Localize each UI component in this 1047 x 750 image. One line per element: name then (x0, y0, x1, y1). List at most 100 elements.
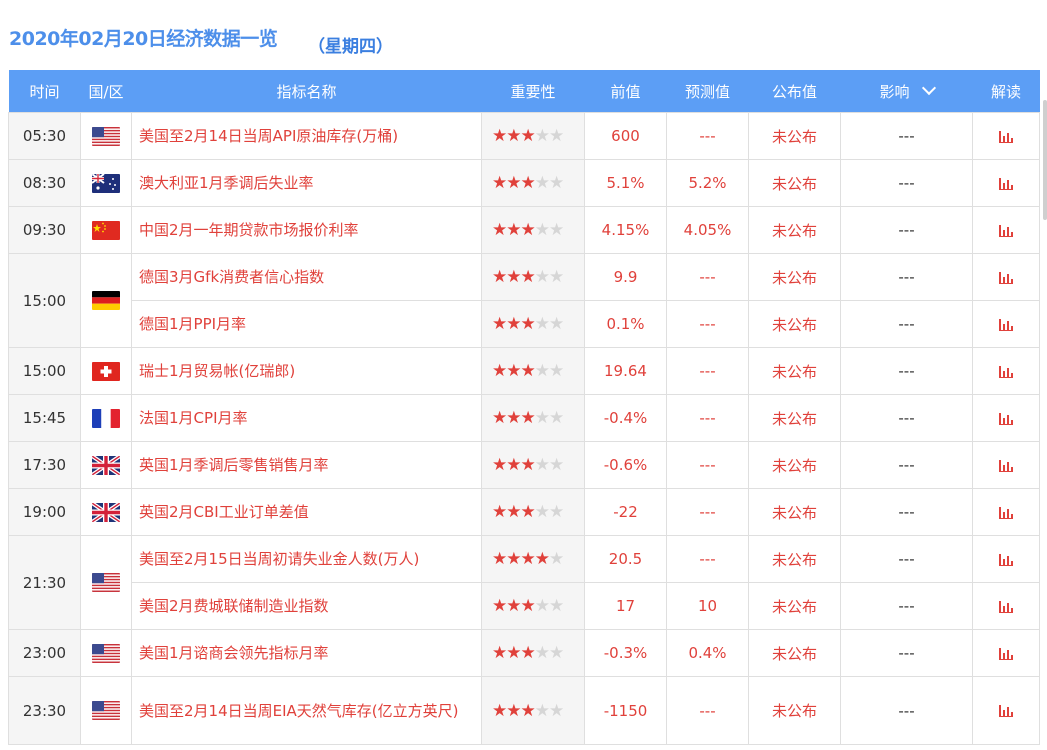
impact-label: 影响 (879, 82, 910, 101)
indicator-link[interactable]: 英国2月CBI工业订单差值 (131, 488, 482, 536)
interpret-cell[interactable] (972, 441, 1040, 489)
bar-chart-icon[interactable] (999, 705, 1013, 717)
bar-chart-icon[interactable] (999, 647, 1013, 660)
actual-value: 未公布 (748, 253, 841, 301)
table-row[interactable]: 美国2月费城联储制造业指数 ★★★★★ 17 10 未公布 --- (9, 582, 1040, 630)
importance-rating: ★★★★★ (481, 206, 585, 254)
interpret-cell[interactable] (972, 206, 1040, 254)
actual-value: 未公布 (748, 676, 841, 745)
bar-chart-icon[interactable] (999, 365, 1013, 378)
indicator-link[interactable]: 英国1月季调后零售销售月率 (131, 441, 482, 489)
bar-chart-icon[interactable] (999, 224, 1013, 237)
star-empty-icon: ★ (549, 700, 564, 721)
interpret-cell[interactable] (972, 112, 1040, 160)
table-row[interactable]: 21:30 美国至2月15日当周初请失业金人数(万人) ★★★★★ 20.5 --- 未公… (8, 535, 1040, 630)
previous-value: 9.9 (584, 253, 667, 301)
ch-flag-icon (92, 361, 120, 381)
importance-rating: ★★★★★ (481, 253, 585, 301)
bar-chart-icon[interactable] (999, 459, 1013, 472)
col-header-time: 时间 (8, 70, 81, 113)
interpret-cell[interactable] (972, 347, 1040, 395)
table-row[interactable]: 17:30 英国1月季调后零售销售月率 ★★★★★ -0.6% --- 未公布 --- (8, 441, 1040, 489)
star-filled-icon: ★ (492, 220, 507, 240)
bar-chart-icon[interactable] (999, 130, 1013, 143)
table-row[interactable]: 19:00 英国2月CBI工业订单差值 ★★★★★ -22 --- 未公布 --- (8, 488, 1040, 536)
indicator-link[interactable]: 美国至2月14日当周API原油库存(万桶) (131, 112, 482, 160)
indicator-link[interactable]: 德国1月PPI月率 (131, 300, 482, 348)
previous-value: -0.4% (584, 394, 667, 442)
forecast-value: 0.4% (666, 629, 749, 677)
star-empty-icon: ★ (549, 220, 564, 240)
previous-value: 0.1% (584, 300, 667, 348)
interpret-cell[interactable] (972, 582, 1040, 630)
importance-rating: ★★★★★ (481, 441, 585, 489)
actual-value: 未公布 (748, 488, 841, 536)
forecast-value: --- (666, 300, 749, 348)
table-row[interactable]: 15:45 法国1月CPI月率 ★★★★★ -0.4% --- 未公布 --- (8, 394, 1040, 442)
interpret-cell[interactable] (972, 253, 1040, 301)
interpret-cell[interactable] (972, 629, 1040, 677)
interpret-cell[interactable] (972, 300, 1040, 348)
col-header-impact[interactable]: 影响 (840, 70, 973, 113)
country-cell (80, 159, 132, 207)
interpret-cell[interactable] (972, 535, 1040, 583)
table-body: 05:30 美国至2月14日当周API原油库存(万桶) ★★★★★ 600 --- 未公布… (8, 112, 1040, 745)
indicator-link[interactable]: 瑞士1月贸易帐(亿瑞郎) (131, 347, 482, 395)
forecast-value: --- (666, 676, 749, 745)
bar-chart-icon[interactable] (999, 271, 1013, 284)
star-filled-icon: ★ (520, 220, 536, 240)
previous-value: 600 (584, 112, 667, 160)
impact-value: --- (840, 300, 973, 348)
star-empty-icon: ★ (534, 267, 550, 287)
actual-value: 未公布 (748, 441, 841, 489)
star-empty-icon: ★ (549, 408, 564, 428)
indicator-link[interactable]: 中国2月一年期贷款市场报价利率 (131, 206, 482, 254)
bar-chart-icon[interactable] (999, 553, 1013, 566)
star-empty-icon: ★ (549, 549, 564, 569)
bar-chart-icon[interactable] (999, 177, 1013, 190)
actual-value: 未公布 (748, 159, 841, 207)
star-empty-icon: ★ (549, 173, 564, 193)
time-cell: 17:30 (8, 441, 81, 489)
indicator-link[interactable]: 德国3月Gfk消费者信心指数 (131, 253, 482, 301)
time-cell: 15:00 (8, 347, 81, 395)
forecast-value: --- (666, 441, 749, 489)
star-filled-icon: ★ (534, 549, 550, 569)
forecast-value: --- (666, 347, 749, 395)
importance-rating: ★★★★★ (481, 582, 585, 630)
star-empty-icon: ★ (534, 408, 550, 428)
indicator-link[interactable]: 澳大利亚1月季调后失业率 (131, 159, 482, 207)
scrollbar[interactable] (1043, 100, 1047, 220)
table-row[interactable]: 09:30 中国2月一年期贷款市场报价利率 ★★★★★ 4.15% 4.05% 未公布 --… (8, 206, 1040, 254)
table-row[interactable]: 15:00 德国3月Gfk消费者信心指数 ★★★★★ 9.9 --- 未公布 --- (8, 253, 1040, 348)
col-header-indicator: 指标名称 (131, 70, 482, 113)
indicator-link[interactable]: 美国1月谘商会领先指标月率 (131, 629, 482, 677)
time-cell: 23:00 (8, 629, 81, 677)
bar-chart-icon[interactable] (999, 506, 1013, 519)
actual-value: 未公布 (748, 300, 841, 348)
importance-rating: ★★★★★ (481, 676, 585, 745)
star-empty-icon: ★ (534, 126, 550, 146)
interpret-cell[interactable] (972, 676, 1040, 745)
table-row[interactable]: 23:00 美国1月谘商会领先指标月率 ★★★★★ -0.3% 0.4% 未公布 --- (8, 629, 1040, 677)
interpret-cell[interactable] (972, 394, 1040, 442)
bar-chart-icon[interactable] (999, 318, 1013, 331)
interpret-cell[interactable] (972, 488, 1040, 536)
bar-chart-icon[interactable] (999, 412, 1013, 425)
table-row[interactable]: 23:30 美国至2月14日当周EIA天然气库存(亿立方英尺) ★★★★★ -1150… (8, 676, 1040, 745)
star-filled-icon: ★ (506, 700, 521, 721)
country-cell (80, 253, 132, 348)
table-row[interactable]: 德国1月PPI月率 ★★★★★ 0.1% --- 未公布 --- (9, 300, 1040, 348)
table-row[interactable]: 05:30 美国至2月14日当周API原油库存(万桶) ★★★★★ 600 --- 未公布… (8, 112, 1040, 160)
indicator-link[interactable]: 美国至2月14日当周EIA天然气库存(亿立方英尺) (131, 676, 482, 745)
indicator-link[interactable]: 法国1月CPI月率 (131, 394, 482, 442)
table-row[interactable]: 08:30 澳大利亚1月季调后失业率 ★★★★★ 5.1% 5.2% 未公布 --- (8, 159, 1040, 207)
indicator-link[interactable]: 美国至2月15日当周初请失业金人数(万人) (131, 535, 482, 583)
time-cell: 23:30 (8, 676, 81, 745)
table-row[interactable]: 15:00 瑞士1月贸易帐(亿瑞郎) ★★★★★ 19.64 --- 未公布 --- (8, 347, 1040, 395)
forecast-value: --- (666, 488, 749, 536)
indicator-link[interactable]: 美国2月费城联储制造业指数 (131, 582, 482, 630)
interpret-cell[interactable] (972, 159, 1040, 207)
chevron-down-icon[interactable] (921, 80, 936, 95)
bar-chart-icon[interactable] (999, 600, 1013, 613)
